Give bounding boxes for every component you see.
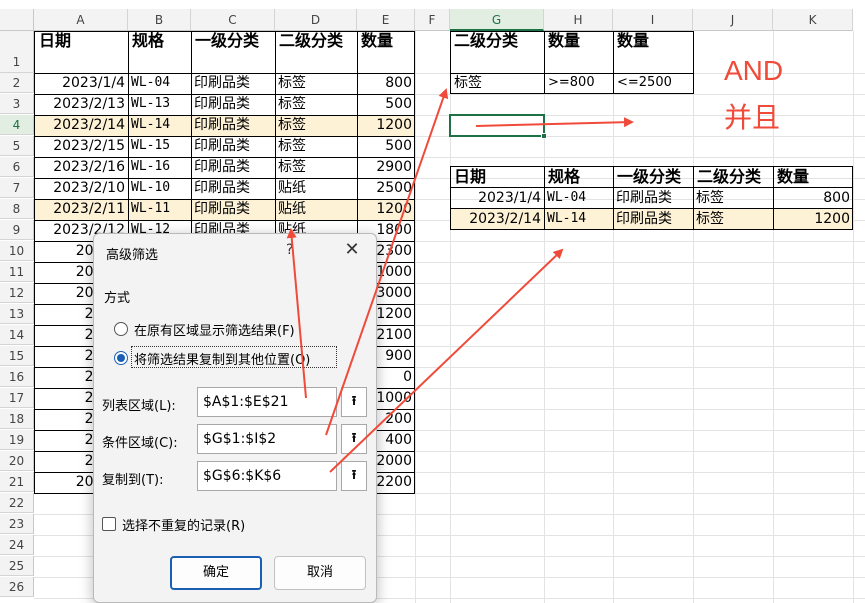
arrow-g4-and xyxy=(475,117,634,128)
arrow-list-range xyxy=(286,228,307,399)
arrow-criteria-range xyxy=(325,88,449,436)
arrow-copy-to xyxy=(329,248,564,473)
annotation-arrows xyxy=(286,88,634,473)
